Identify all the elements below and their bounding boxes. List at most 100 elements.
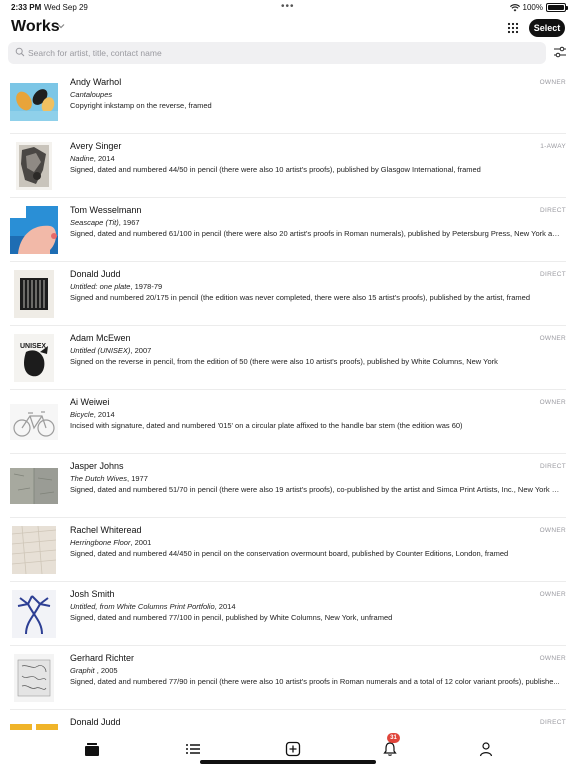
profile-tab-icon[interactable] [478, 741, 494, 757]
relationship-label: OWNER [539, 655, 566, 662]
search-input[interactable]: Search for artist, title, contact name [8, 42, 546, 64]
relationship-label: DIRECT [540, 463, 566, 470]
multitasking-dots-icon[interactable]: ••• [281, 1, 295, 12]
work-title: Untitled: one plate [70, 282, 131, 291]
relationship-label: OWNER [539, 591, 566, 598]
work-description: Incised with signature, dated and number… [70, 421, 463, 430]
filter-icon[interactable] [553, 46, 567, 58]
work-description: Copyright inkstamp on the reverse, frame… [70, 101, 212, 110]
unisex-text: UNISEX [20, 343, 46, 350]
relationship-label: OWNER [539, 335, 566, 342]
work-year: , 1978-79 [130, 282, 163, 291]
work-row[interactable]: Avery Singer Nadine, 2014 Signed, dated … [10, 134, 566, 198]
work-description: Signed, dated and numbered 51/70 in penc… [70, 485, 560, 494]
work-year: , 2001 [130, 538, 152, 547]
relationship-label: OWNER [539, 399, 566, 406]
artist-name: Jasper Johns [70, 461, 124, 471]
artwork-thumbnail: UNISEX [10, 334, 58, 382]
artwork-thumbnail [10, 142, 58, 190]
artist-name: Ai Weiwei [70, 397, 110, 407]
search-placeholder: Search for artist, title, contact name [28, 48, 162, 58]
work-description: Signed and numbered 20/175 in pencil (th… [70, 293, 531, 302]
search-row: Search for artist, title, contact name [8, 42, 568, 64]
work-row[interactable]: Gerhard Richter Graphit , 2005 Signed, d… [10, 646, 566, 710]
work-year: , 1977 [127, 474, 148, 483]
works-tab-icon[interactable] [84, 741, 100, 757]
relationship-label: DIRECT [540, 207, 566, 214]
work-title: Bicycle [70, 410, 94, 419]
battery-icon [546, 3, 568, 12]
work-row[interactable]: UNISEX Adam McEwen Untitled (UNISEX), 20… [10, 326, 566, 390]
work-description: Signed, dated and numbered 77/90 in penc… [70, 677, 560, 686]
work-row[interactable]: Donald Judd Untitled: one plate, 1978-79… [10, 262, 566, 326]
work-year: , 2014 [93, 154, 115, 163]
status-time: 2:33 PM [11, 3, 42, 12]
work-title-line: Cantaloupes [70, 90, 112, 99]
work-year: , 1967 [118, 218, 140, 227]
artist-name: Andy Warhol [70, 77, 122, 87]
page-title[interactable]: Works [11, 18, 60, 36]
artist-name: Tom Wesselmann [70, 205, 142, 215]
bell-tab-icon[interactable] [382, 741, 398, 757]
work-title-line: Bicycle, 2014 [70, 410, 115, 419]
relationship-label: DIRECT [540, 719, 566, 726]
work-year: , 2014 [93, 410, 115, 419]
work-title: Untitled, from White Columns Print Portf… [70, 602, 215, 611]
select-button[interactable]: Select [529, 19, 565, 37]
status-right: 100% [509, 3, 568, 12]
work-title: Graphit [70, 666, 95, 675]
artist-name: Josh Smith [70, 589, 115, 599]
work-year: , 2005 [94, 666, 118, 675]
chevron-down-icon[interactable] [56, 21, 66, 31]
battery-percent: 100% [522, 3, 543, 12]
work-title-line: Nadine, 2014 [70, 154, 115, 163]
work-title-line: Untitled: one plate, 1978-79 [70, 282, 162, 291]
work-year: , 2014 [214, 602, 236, 611]
work-title: The Dutch Wives [70, 474, 128, 483]
status-bar: 2:33 PM Wed Sep 29 ••• 100% [0, 0, 576, 16]
grid-icon[interactable] [507, 22, 519, 34]
artist-name: Adam McEwen [70, 333, 131, 343]
work-row[interactable]: Andy Warhol Cantaloupes Copyright inksta… [10, 70, 566, 134]
work-title-line: Graphit , 2005 [70, 666, 118, 675]
work-title-line: The Dutch Wives, 1977 [70, 474, 148, 483]
nav-header: Works Select [0, 16, 576, 40]
work-title-line: Untitled (UNISEX), 2007 [70, 346, 151, 355]
work-description: Signed, dated and numbered 77/100 in pen… [70, 613, 393, 622]
work-row[interactable]: Tom Wesselmann Seascape (Tit), 1967 Sign… [10, 198, 566, 262]
work-row[interactable]: Josh Smith Untitled, from White Columns … [10, 582, 566, 646]
work-description: Signed, dated and numbered 44/450 in pen… [70, 549, 509, 558]
artwork-thumbnail [10, 78, 58, 126]
work-title: Herringbone Floor [70, 538, 131, 547]
artist-name: Avery Singer [70, 141, 122, 151]
artwork-thumbnail [10, 462, 58, 510]
work-title: Untitled (UNISEX) [70, 346, 131, 355]
status-date: Wed Sep 29 [44, 3, 88, 12]
work-title: Nadine [70, 154, 94, 163]
notification-badge: 31 [387, 733, 400, 743]
work-description: Signed, dated and numbered 61/100 in pen… [70, 229, 560, 238]
artwork-thumbnail [10, 270, 58, 318]
work-title-line: Herringbone Floor, 2001 [70, 538, 151, 547]
relationship-label: DIRECT [540, 271, 566, 278]
artwork-thumbnail [10, 526, 58, 574]
artwork-thumbnail [10, 590, 58, 638]
list-tab-icon[interactable] [185, 741, 201, 757]
work-title-line: Seascape (Tit), 1967 [70, 218, 140, 227]
wifi-icon [509, 3, 520, 11]
work-description: Signed, dated and numbered 44/50 in penc… [70, 165, 481, 174]
work-row[interactable]: Jasper Johns The Dutch Wives, 1977 Signe… [10, 454, 566, 518]
artist-name: Donald Judd [70, 269, 121, 279]
search-icon [15, 47, 25, 57]
relationship-label: OWNER [539, 527, 566, 534]
artist-name: Rachel Whiteread [70, 525, 142, 535]
add-tab-icon[interactable] [285, 741, 301, 757]
work-year: , 2007 [130, 346, 152, 355]
relationship-label: 1-AWAY [540, 143, 566, 150]
work-row[interactable]: Rachel Whiteread Herringbone Floor, 2001… [10, 518, 566, 582]
artwork-thumbnail [10, 206, 58, 254]
work-description: Signed on the reverse in pencil, from th… [70, 357, 498, 366]
artwork-thumbnail [10, 398, 58, 446]
home-indicator[interactable] [200, 760, 376, 764]
work-row[interactable]: Ai Weiwei Bicycle, 2014 Incised with sig… [10, 390, 566, 454]
